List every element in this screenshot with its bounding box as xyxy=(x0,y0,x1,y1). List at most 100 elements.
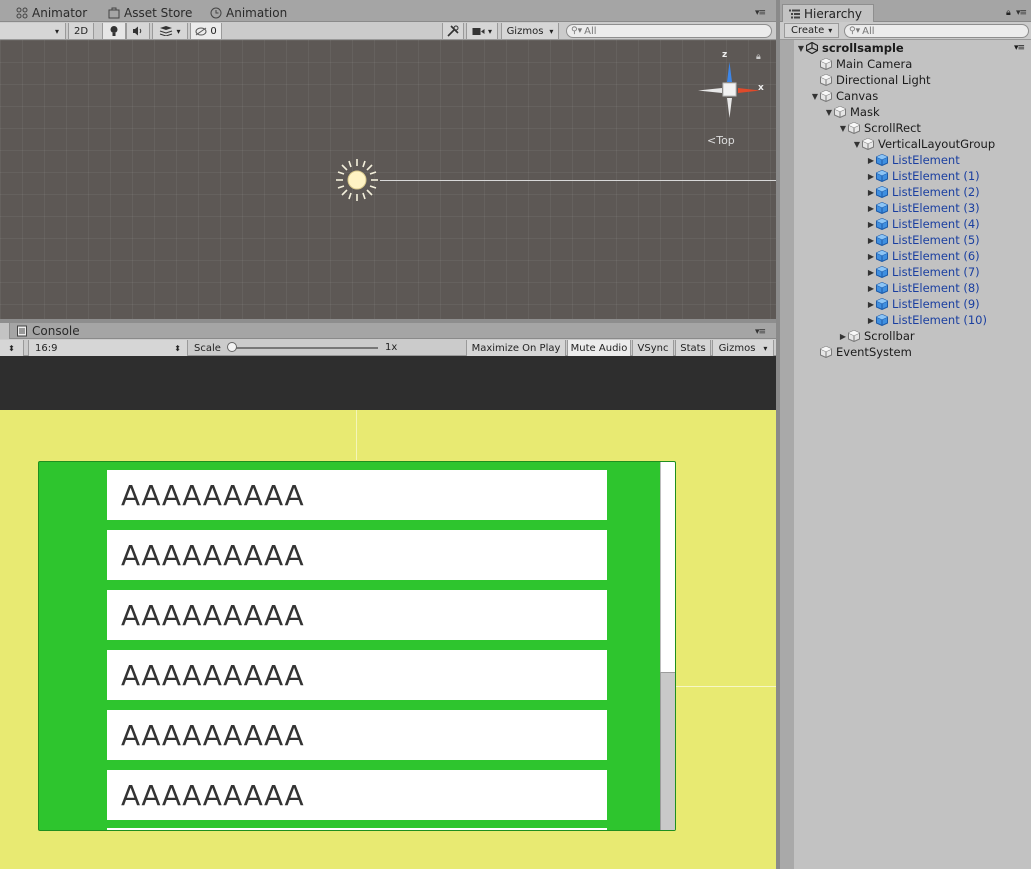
shading-mode-dropdown[interactable]: ▾ xyxy=(0,23,66,39)
vsync-toggle[interactable]: VSync xyxy=(632,340,674,356)
speaker-icon xyxy=(133,26,142,36)
scroll-rect-panel[interactable]: AAAAAAAAA AAAAAAAAA AAAAAAAAA AAAAAAAAA … xyxy=(38,461,676,831)
hierarchy-row[interactable]: ▼ VerticalLayoutGroup xyxy=(852,136,995,152)
tools-button[interactable] xyxy=(442,23,464,39)
expand-right-icon[interactable]: ▶ xyxy=(866,252,876,261)
expand-down-icon[interactable]: ▼ xyxy=(824,108,834,117)
hierarchy-row-label: Mask xyxy=(850,105,880,119)
hierarchy-row[interactable]: Main Camera xyxy=(810,56,912,72)
expand-right-icon[interactable]: ▶ xyxy=(838,332,848,341)
panel-menu-icon[interactable]: ▾≡ xyxy=(755,327,766,337)
camera-dropdown[interactable]: ▾ xyxy=(466,23,498,39)
tab-animator-label: Animator xyxy=(32,6,88,20)
view-label[interactable]: <Top xyxy=(707,134,735,147)
expand-down-icon[interactable]: ▼ xyxy=(852,140,862,149)
hierarchy-search-input[interactable]: ⚲▾ All xyxy=(844,24,1029,38)
hierarchy-row[interactable]: ▼ ScrollRect xyxy=(838,120,921,136)
hierarchy-row[interactable]: EventSystem xyxy=(810,344,912,360)
hierarchy-row[interactable]: ▼ scrollsample ▾≡ xyxy=(796,40,1025,56)
expand-right-icon[interactable]: ▶ xyxy=(866,236,876,245)
scene-menu-icon[interactable]: ▾≡ xyxy=(1014,43,1025,53)
search-icon: ⚲▾ xyxy=(849,26,861,36)
display-dropdown[interactable]: ⬍ xyxy=(0,340,24,356)
panel-menu-icon[interactable]: ▾≡ xyxy=(1016,8,1027,18)
effects-icon xyxy=(160,26,173,36)
effects-dropdown[interactable]: ▾ xyxy=(152,23,188,39)
hierarchy-row[interactable]: ▶ ListElement xyxy=(866,152,960,168)
list-item[interactable]: AAAAAAAAA xyxy=(107,710,607,760)
mute-audio-toggle[interactable]: Mute Audio xyxy=(567,340,631,356)
lock-icon[interactable]: 🔒︎ xyxy=(1006,8,1011,18)
expand-right-icon[interactable]: ▶ xyxy=(866,188,876,197)
expand-down-icon[interactable]: ▼ xyxy=(838,124,848,133)
scale-slider-track[interactable] xyxy=(232,347,378,349)
game-gizmos-dropdown[interactable]: Gizmos ▾ xyxy=(712,340,774,356)
game-view[interactable]: AAAAAAAAA AAAAAAAAA AAAAAAAAA AAAAAAAAA … xyxy=(0,356,776,869)
expand-right-icon[interactable]: ▶ xyxy=(866,300,876,309)
hierarchy-row-label: VerticalLayoutGroup xyxy=(878,137,996,151)
hierarchy-row[interactable]: ▶ ListElement (2) xyxy=(866,184,980,200)
hierarchy-row[interactable]: ▶ ListElement (4) xyxy=(866,216,980,232)
list-item[interactable]: AAAAAAAAA xyxy=(107,590,607,640)
hierarchy-row[interactable]: ▼ Mask xyxy=(824,104,880,120)
expand-right-icon[interactable]: ▶ xyxy=(866,156,876,165)
hierarchy-row[interactable]: Directional Light xyxy=(810,72,931,88)
hierarchy-row[interactable]: ▼ Canvas xyxy=(810,88,878,104)
expand-right-icon[interactable]: ▶ xyxy=(866,316,876,325)
hierarchy-row[interactable]: ▶ Scrollbar xyxy=(838,328,915,344)
tab-console-label: Console xyxy=(32,324,80,338)
expand-right-icon[interactable]: ▶ xyxy=(866,204,876,213)
create-button[interactable]: Create ▾ xyxy=(784,23,840,38)
tab-game[interactable] xyxy=(0,323,10,339)
panel-menu-icon[interactable]: ▾≡ xyxy=(755,8,766,18)
hierarchy-row[interactable]: ▶ ListElement (10) xyxy=(866,312,987,328)
lightbulb-icon xyxy=(110,26,118,36)
hierarchy-toolbar: Create ▾ ⚲▾ All xyxy=(780,22,1031,40)
gizmos-dropdown[interactable]: Gizmos ▾ xyxy=(501,23,559,39)
scale-value: 1x xyxy=(385,342,398,353)
up-down-icon: ⬍ xyxy=(8,343,15,353)
hierarchy-row[interactable]: ▶ ListElement (5) xyxy=(866,232,980,248)
list-item[interactable]: AAAAAAAAA xyxy=(107,530,607,580)
scene-tab-bar: Animator Asset Store Animation ▾≡ xyxy=(0,0,776,22)
expand-right-icon[interactable]: ▶ xyxy=(866,284,876,293)
audio-toggle[interactable] xyxy=(126,23,150,39)
tab-asset-store[interactable]: Asset Store xyxy=(108,4,192,22)
scrollbar-handle[interactable] xyxy=(660,672,675,830)
tab-console[interactable]: Console xyxy=(16,323,80,339)
aspect-dropdown[interactable]: 16:9 ⬍ xyxy=(28,340,188,356)
tab-animation[interactable]: Animation xyxy=(210,4,287,22)
scale-slider-handle[interactable] xyxy=(227,342,237,352)
expand-down-icon[interactable]: ▼ xyxy=(810,92,820,101)
sun-icon[interactable] xyxy=(334,157,380,203)
maximize-on-play-toggle[interactable]: Maximize On Play xyxy=(466,340,566,356)
hierarchy-row[interactable]: ▶ ListElement (7) xyxy=(866,264,980,280)
hierarchy-row[interactable]: ▶ ListElement (1) xyxy=(866,168,980,184)
hierarchy-row[interactable]: ▶ ListElement (3) xyxy=(866,200,980,216)
list-item[interactable]: AAAAAAAAA xyxy=(107,650,607,700)
hierarchy-row[interactable]: ▶ ListElement (9) xyxy=(866,296,980,312)
letterbox-bar xyxy=(0,356,776,410)
canvas-edge-line xyxy=(380,180,776,181)
hierarchy-row[interactable]: ▶ ListElement (8) xyxy=(866,280,980,296)
tab-animator[interactable]: Animator xyxy=(16,4,87,22)
expand-down-icon[interactable]: ▼ xyxy=(796,44,806,53)
chevron-down-icon: ▾ xyxy=(549,26,554,36)
tab-hierarchy[interactable]: Hierarchy xyxy=(782,4,874,22)
stats-toggle[interactable]: Stats xyxy=(675,340,711,356)
expand-right-icon[interactable]: ▶ xyxy=(866,220,876,229)
lighting-toggle[interactable] xyxy=(102,23,126,39)
scene-view[interactable]: z x 🔒︎ <Top xyxy=(0,40,776,320)
expand-right-icon[interactable]: ▶ xyxy=(866,268,876,277)
gameobject-cube-icon xyxy=(848,122,860,134)
list-item[interactable]: AAAAAAAAA xyxy=(107,770,607,820)
list-item[interactable]: AAAAAAAAA xyxy=(107,470,607,520)
lock-icon[interactable]: 🔒︎ xyxy=(756,52,761,62)
hierarchy-row[interactable]: ▶ ListElement (6) xyxy=(866,248,980,264)
expand-right-icon[interactable]: ▶ xyxy=(866,172,876,181)
2d-toggle[interactable]: 2D xyxy=(68,23,94,39)
gameobject-cube-icon xyxy=(848,330,860,342)
scene-search-input[interactable]: ⚲▾ All xyxy=(566,24,772,38)
up-down-icon: ⬍ xyxy=(174,343,181,353)
hidden-objects-toggle[interactable]: 0 xyxy=(190,23,222,39)
